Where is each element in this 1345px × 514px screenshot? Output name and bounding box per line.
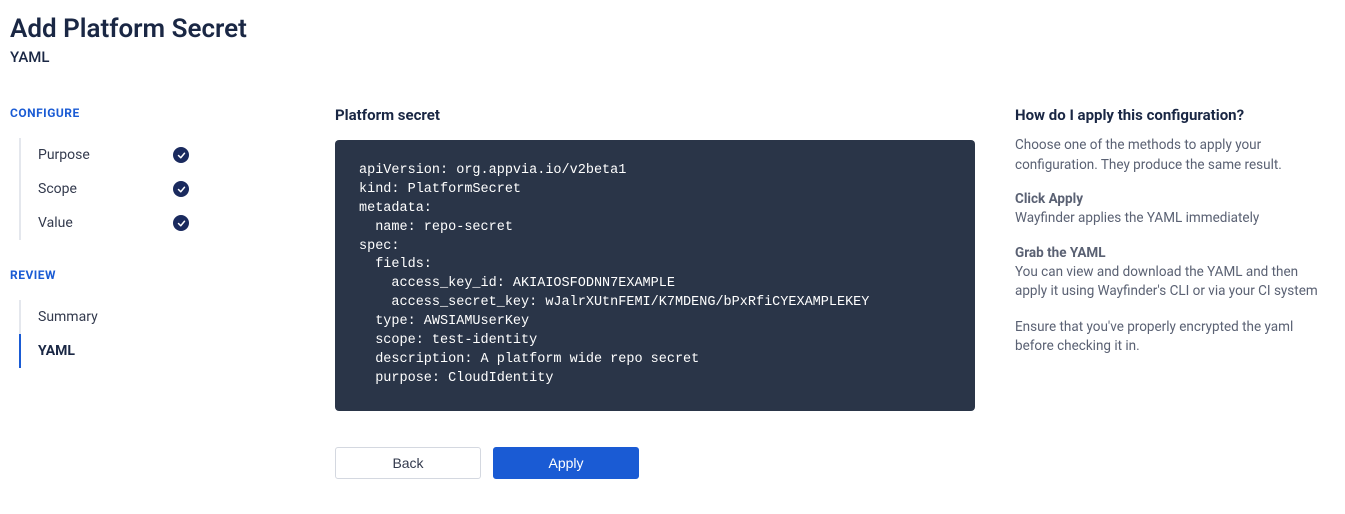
button-row: Back Apply xyxy=(335,447,975,479)
sidebar-item-yaml[interactable]: YAML xyxy=(19,334,189,368)
yaml-box[interactable]: apiVersion: org.appvia.io/v2beta1 kind: … xyxy=(335,140,975,411)
sidebar-item-label: YAML xyxy=(38,343,75,359)
sidebar-item-purpose[interactable]: Purpose xyxy=(19,138,189,172)
sidebar-item-value[interactable]: Value xyxy=(19,206,189,240)
check-icon xyxy=(173,147,189,163)
sidebar-item-label: Scope xyxy=(38,181,77,197)
sidebar-item-label: Summary xyxy=(38,309,98,325)
sidebar-review-label: REVIEW xyxy=(10,268,335,282)
page-subtitle: YAML xyxy=(10,48,1335,66)
sidebar: CONFIGURE Purpose Scope Value RE xyxy=(10,106,335,479)
help-section-title: Grab the YAML xyxy=(1015,245,1325,261)
help-section-body: Wayfinder applies the YAML immediately xyxy=(1015,209,1325,229)
back-button[interactable]: Back xyxy=(335,447,481,479)
sidebar-item-label: Value xyxy=(38,215,73,231)
check-icon xyxy=(173,181,189,197)
sidebar-review-items: Summary YAML xyxy=(19,300,335,368)
sidebar-item-summary[interactable]: Summary xyxy=(19,300,189,334)
apply-button[interactable]: Apply xyxy=(493,447,639,479)
help-intro: Choose one of the methods to apply your … xyxy=(1015,136,1325,175)
page-header: Add Platform Secret YAML xyxy=(10,14,1335,66)
sidebar-item-label: Purpose xyxy=(38,147,90,163)
help-title: How do I apply this configuration? xyxy=(1015,106,1325,124)
help-section-title: Click Apply xyxy=(1015,191,1325,207)
sidebar-configure-items: Purpose Scope Value xyxy=(19,138,335,240)
content-area: Platform secret apiVersion: org.appvia.i… xyxy=(335,106,1335,479)
main-content: Platform secret apiVersion: org.appvia.i… xyxy=(335,106,975,479)
main-layout: CONFIGURE Purpose Scope Value RE xyxy=(10,106,1335,479)
check-icon xyxy=(173,215,189,231)
help-panel: How do I apply this configuration? Choos… xyxy=(1015,106,1335,479)
page-title: Add Platform Secret xyxy=(10,14,1335,44)
sidebar-item-scope[interactable]: Scope xyxy=(19,172,189,206)
help-section-body: You can view and download the YAML and t… xyxy=(1015,263,1325,302)
section-title: Platform secret xyxy=(335,106,975,124)
sidebar-configure-label: CONFIGURE xyxy=(10,106,335,120)
help-footer: Ensure that you've properly encrypted th… xyxy=(1015,318,1325,357)
